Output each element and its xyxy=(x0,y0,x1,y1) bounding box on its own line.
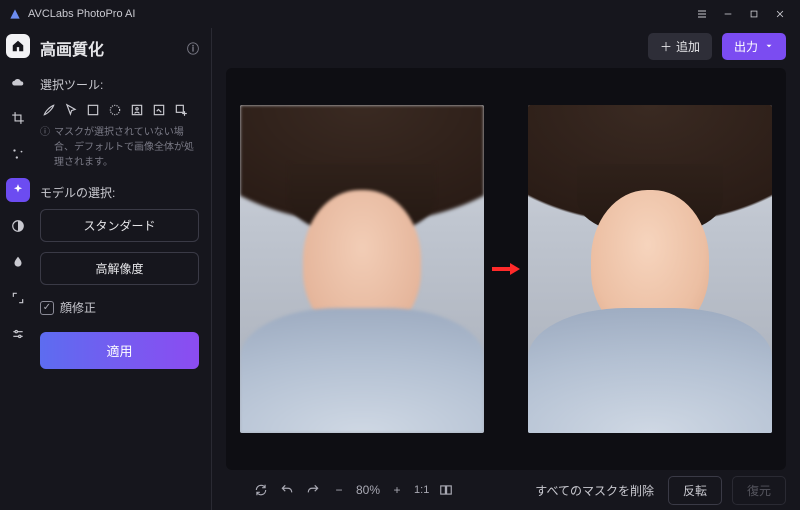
rail-crop-icon[interactable] xyxy=(6,106,30,130)
rect-tool-icon[interactable] xyxy=(84,101,102,119)
rail-enhance-icon[interactable] xyxy=(6,178,30,202)
chevron-down-icon xyxy=(764,41,774,51)
apply-button[interactable]: 適用 xyxy=(40,332,199,369)
ellipse-tool-icon[interactable] xyxy=(106,101,124,119)
maximize-button[interactable] xyxy=(742,3,766,25)
left-rail xyxy=(0,28,36,510)
selection-tools-label: 選択ツール: xyxy=(40,76,199,93)
preview-canvas xyxy=(226,68,786,470)
face-refine-label: 顔修正 xyxy=(60,299,96,316)
delete-all-masks-button[interactable]: すべてのマスクを削除 xyxy=(531,477,658,504)
plus-icon: ＋ xyxy=(660,38,672,55)
model-standard-button[interactable]: スタンダード xyxy=(40,209,199,242)
brush-tool-icon[interactable] xyxy=(40,101,58,119)
menu-icon[interactable] xyxy=(690,3,714,25)
arrow-right-icon xyxy=(492,261,520,277)
model-label: モデルの選択: xyxy=(40,184,199,201)
invert-button[interactable]: 反転 xyxy=(668,476,722,505)
app-logo-icon xyxy=(8,7,22,21)
export-button[interactable]: 出力 xyxy=(722,33,786,60)
model-highres-button[interactable]: 高解像度 xyxy=(40,252,199,285)
object-tool-icon[interactable] xyxy=(150,101,168,119)
panel-title: 高画質化 xyxy=(40,36,104,60)
rail-cloud-icon[interactable] xyxy=(6,70,30,94)
minimize-button[interactable] xyxy=(716,3,740,25)
export-label: 出力 xyxy=(734,38,758,55)
pointer-tool-icon[interactable] xyxy=(62,101,80,119)
zoom-out-button[interactable]: − xyxy=(330,481,348,499)
zoom-percent: 80% xyxy=(356,483,380,497)
check-icon: ✓ xyxy=(40,301,54,315)
hint-info-icon: ⓘ xyxy=(40,125,50,170)
zoom-actual-button[interactable]: 1:1 xyxy=(414,481,429,499)
add-button[interactable]: ＋ 追加 xyxy=(648,33,712,60)
rail-sparkle-icon[interactable] xyxy=(6,142,30,166)
selection-hint: マスクが選択されていない場合、デフォルトで画像全体が処理されます。 xyxy=(54,125,199,170)
undo-icon[interactable] xyxy=(278,481,296,499)
info-icon[interactable]: ⓘ xyxy=(187,40,199,57)
zoom-in-button[interactable]: + xyxy=(388,481,406,499)
rail-home[interactable] xyxy=(6,34,30,58)
sidebar: 高画質化 ⓘ 選択ツール: ⓘ マスクが選択されていない場合、デフォルトで画像全… xyxy=(36,28,212,510)
rail-settings-icon[interactable] xyxy=(6,322,30,346)
face-refine-checkbox[interactable]: ✓ 顔修正 xyxy=(40,299,199,316)
rail-expand-icon[interactable] xyxy=(6,286,30,310)
after-image xyxy=(528,105,772,433)
add-mask-tool-icon[interactable] xyxy=(172,101,190,119)
compare-icon[interactable] xyxy=(437,481,455,499)
redo-icon[interactable] xyxy=(304,481,322,499)
refresh-icon[interactable] xyxy=(252,481,270,499)
rail-contrast-icon[interactable] xyxy=(6,214,30,238)
person-tool-icon[interactable] xyxy=(128,101,146,119)
restore-button: 復元 xyxy=(732,476,786,505)
close-button[interactable] xyxy=(768,3,792,25)
add-label: 追加 xyxy=(676,38,700,55)
before-image xyxy=(240,105,484,433)
rail-drop-icon[interactable] xyxy=(6,250,30,274)
app-title: AVCLabs PhotoPro AI xyxy=(28,8,135,20)
